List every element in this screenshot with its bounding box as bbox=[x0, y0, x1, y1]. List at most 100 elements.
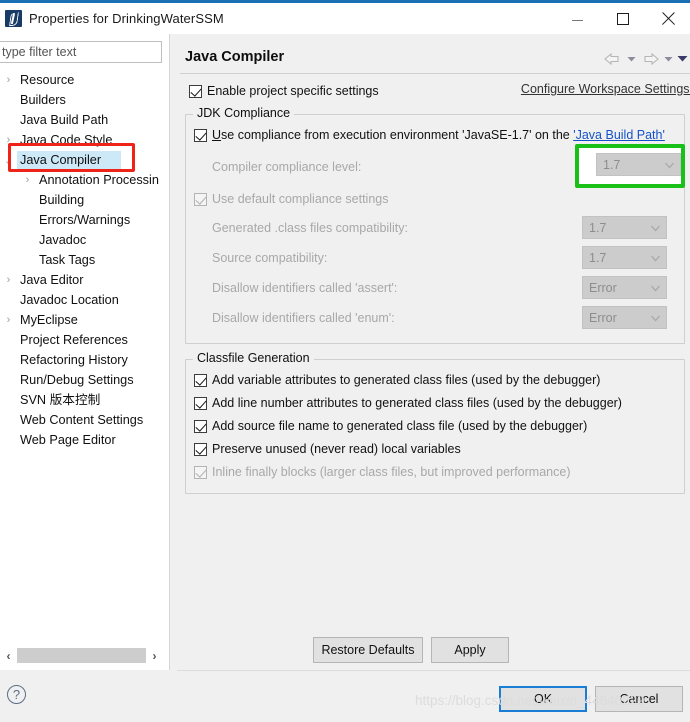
restore-defaults-button[interactable]: Restore Defaults bbox=[313, 637, 423, 663]
use-execution-env-text: se compliance from execution environment… bbox=[221, 128, 574, 142]
apply-button[interactable]: Apply bbox=[431, 637, 509, 663]
chevron-down-icon bbox=[651, 222, 660, 232]
use-default-compliance-checkbox[interactable] bbox=[194, 192, 207, 206]
settings-sidebar: type filter text › Resource Builders Java… bbox=[0, 34, 170, 670]
chevron-right-icon[interactable]: › bbox=[0, 134, 17, 146]
sidebar-item-label: Builders bbox=[20, 93, 66, 107]
sidebar-item-svn[interactable]: SVN 版本控制 bbox=[0, 390, 170, 410]
properties-dialog: Properties for DrinkingWaterSSM type fil… bbox=[0, 0, 690, 722]
scroll-left-arrow[interactable]: ‹ bbox=[0, 647, 17, 664]
classfile-option-checkbox[interactable] bbox=[194, 419, 207, 433]
sidebar-item-label: MyEclipse bbox=[20, 313, 78, 327]
back-arrow-icon[interactable] bbox=[603, 51, 623, 67]
cancel-button[interactable]: Cancel bbox=[595, 686, 683, 712]
sidebar-item-run-debug-settings[interactable]: Run/Debug Settings bbox=[0, 370, 170, 390]
classfile-option-checkbox[interactable] bbox=[194, 396, 207, 410]
page-header: Java Compiler bbox=[185, 42, 690, 72]
sidebar-item-label: Javadoc Location bbox=[20, 293, 119, 307]
twisty-placeholder bbox=[0, 434, 17, 446]
generated-class-compat-combo[interactable]: 1.7 bbox=[582, 216, 667, 239]
sidebar-item-task-tags[interactable]: Task Tags bbox=[0, 250, 170, 270]
java-build-path-link[interactable]: 'Java Build Path' bbox=[573, 128, 665, 142]
classfile-option-checkbox[interactable] bbox=[194, 465, 207, 479]
sidebar-item-label: Building bbox=[39, 193, 85, 207]
settings-tree[interactable]: › Resource Builders Java Build Path › Java … bbox=[0, 70, 170, 650]
classfile-option-checkbox[interactable] bbox=[194, 373, 207, 387]
back-menu-chevron-down-icon[interactable] bbox=[626, 52, 637, 66]
sidebar-item-web-content-settings[interactable]: Web Content Settings bbox=[0, 410, 170, 430]
sidebar-item-java-editor[interactable]: › Java Editor bbox=[0, 270, 170, 290]
enable-project-settings-checkbox[interactable] bbox=[189, 84, 202, 98]
disallow-enum-combo[interactable]: Error bbox=[582, 306, 667, 329]
page-nav-toolbar bbox=[603, 51, 688, 67]
disallow-assert-combo[interactable]: Error bbox=[582, 276, 667, 299]
close-button[interactable] bbox=[645, 3, 690, 34]
sidebar-item-java-build-path[interactable]: Java Build Path bbox=[0, 110, 170, 130]
sidebar-item-builders[interactable]: Builders bbox=[0, 90, 170, 110]
sidebar-item-building[interactable]: Building bbox=[0, 190, 170, 210]
twisty-placeholder bbox=[0, 94, 17, 106]
classfile-option-label: Add source file name to generated class … bbox=[212, 419, 588, 433]
compiler-compliance-level-combo-highlighted[interactable]: 1.7 bbox=[596, 153, 681, 176]
use-default-compliance-label: Use default compliance settings bbox=[212, 192, 389, 206]
twisty-placeholder bbox=[0, 394, 17, 406]
chevron-right-icon[interactable]: › bbox=[0, 314, 17, 326]
twisty-placeholder bbox=[19, 234, 36, 246]
sidebar-item-label: Refactoring History bbox=[20, 353, 128, 367]
panel-divider bbox=[169, 34, 170, 670]
classfile-option-row: Add variable attributes to generated cla… bbox=[194, 370, 600, 390]
configure-workspace-settings-link[interactable]: Configure Workspace Settings. bbox=[521, 82, 690, 96]
sidebar-item-javadoc[interactable]: Javadoc bbox=[0, 230, 170, 250]
forward-arrow-icon[interactable] bbox=[640, 51, 660, 67]
maximize-button[interactable] bbox=[600, 3, 645, 34]
source-compatibility-value: 1.7 bbox=[589, 250, 607, 265]
enable-project-settings-row: Enable project specific settings Configu… bbox=[189, 81, 690, 101]
classfile-option-label: Add variable attributes to generated cla… bbox=[212, 373, 601, 387]
use-execution-env-row: Use compliance from execution environmen… bbox=[194, 125, 665, 145]
twisty-placeholder bbox=[0, 374, 17, 386]
disallow-assert-label-row: Disallow identifiers called 'assert': bbox=[212, 278, 397, 298]
disallow-enum-label: Disallow identifiers called 'enum': bbox=[212, 311, 395, 325]
sidebar-item-web-page-editor[interactable]: Web Page Editor bbox=[0, 430, 170, 450]
sidebar-item-java-code-style[interactable]: › Java Code Style bbox=[0, 130, 170, 150]
minimize-button[interactable] bbox=[555, 3, 600, 34]
compiler-compliance-level-label: Compiler compliance level: bbox=[212, 160, 362, 174]
classfile-option-checkbox[interactable] bbox=[194, 442, 207, 456]
window-title: Properties for DrinkingWaterSSM bbox=[29, 11, 224, 26]
disallow-assert-label: Disallow identifiers called 'assert': bbox=[212, 281, 398, 295]
chevron-down-icon[interactable]: ⌄ bbox=[0, 154, 17, 167]
sidebar-item-annotation-processin[interactable]: › Annotation Processin bbox=[0, 170, 170, 190]
sidebar-item-myeclipse[interactable]: › MyEclipse bbox=[0, 310, 170, 330]
source-compatibility-combo[interactable]: 1.7 bbox=[582, 246, 667, 269]
twisty-placeholder bbox=[0, 114, 17, 126]
use-execution-env-mnemonic: U bbox=[212, 128, 222, 142]
scroll-right-arrow[interactable]: › bbox=[146, 647, 163, 664]
use-execution-env-checkbox[interactable] bbox=[194, 128, 207, 142]
ok-button[interactable]: OK bbox=[499, 686, 587, 712]
sidebar-item-project-references[interactable]: Project References bbox=[0, 330, 170, 350]
sidebar-item-refactoring-history[interactable]: Refactoring History bbox=[0, 350, 170, 370]
help-icon[interactable]: ? bbox=[7, 685, 26, 704]
jdk-compliance-legend: JDK Compliance bbox=[193, 106, 295, 120]
sidebar-horizontal-scrollbar[interactable]: ‹ › bbox=[0, 647, 168, 664]
sidebar-item-label: Annotation Processin bbox=[39, 173, 159, 187]
sidebar-item-resource[interactable]: › Resource bbox=[0, 70, 170, 90]
chevron-right-icon[interactable]: › bbox=[19, 174, 36, 186]
chevron-right-icon[interactable]: › bbox=[0, 74, 17, 86]
sidebar-item-java-compiler[interactable]: ⌄ Java Compiler bbox=[0, 150, 170, 170]
sidebar-item-javadoc-location[interactable]: Javadoc Location bbox=[0, 290, 170, 310]
page-title: Java Compiler bbox=[185, 49, 285, 65]
filter-input[interactable]: type filter text bbox=[0, 41, 162, 63]
enable-project-settings-label: Enable project specific settings bbox=[207, 84, 379, 98]
scroll-thumb[interactable] bbox=[17, 648, 146, 663]
twisty-placeholder bbox=[0, 414, 17, 426]
chevron-down-icon bbox=[651, 252, 660, 262]
forward-menu-chevron-down-icon[interactable] bbox=[663, 52, 674, 66]
sidebar-item-errors-warnings[interactable]: Errors/Warnings bbox=[0, 210, 170, 230]
view-menu-chevron-down-icon[interactable] bbox=[677, 52, 688, 66]
twisty-placeholder bbox=[19, 194, 36, 206]
classfile-generation-group: Classfile Generation Add variable attrib… bbox=[185, 351, 685, 494]
sidebar-item-label: Java Editor bbox=[20, 273, 84, 287]
chevron-right-icon[interactable]: › bbox=[0, 274, 17, 286]
generated-class-compat-value: 1.7 bbox=[589, 220, 607, 235]
